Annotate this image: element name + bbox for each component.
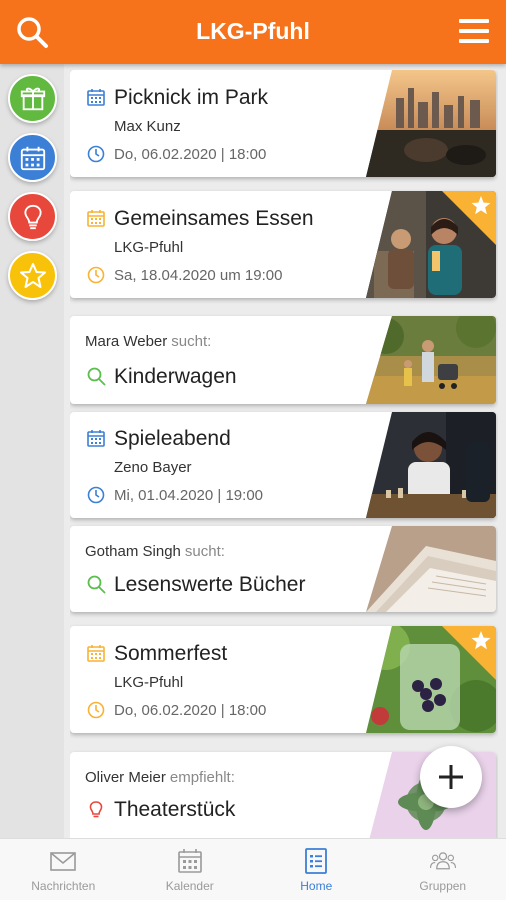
calendar-icon [177,849,202,873]
event-title: Sommerfest [114,642,228,665]
event-image [366,70,496,177]
search-title: Lesenswerte Bücher [114,573,306,596]
app-header: LKG-Pfuhl [0,0,506,64]
calendar-icon [87,645,105,662]
nav-tab-gruppen[interactable]: Gruppen [380,839,506,900]
search-icon [87,367,106,386]
nav-tab-kalender[interactable]: Kalender [127,839,254,900]
clock-icon [87,266,105,284]
idea-filter-button[interactable] [8,192,57,241]
gift-icon [20,87,45,110]
search-card[interactable]: Gotham Singh sucht: Lesenswerte Bücher [70,526,496,612]
event-card[interactable]: Sommerfest LKG-Pfuhl Do, 06.02.2020 | 18… [70,626,496,733]
event-card[interactable]: Picknick im Park Max Kunz Do, 06.02.2020… [70,70,496,177]
group-icon [429,852,456,870]
nav-label: Home [300,879,333,893]
event-date: Sa, 18.04.2020 um 19:00 [114,267,283,284]
search-verb: sucht: [184,543,225,560]
search-author: Mara Weber sucht: [85,333,211,350]
event-date: Mi, 01.04.2020 | 19:00 [114,487,264,504]
event-host: Max Kunz [114,118,181,135]
calendar-icon [20,146,45,170]
clock-icon [87,145,105,163]
search-title: Kinderwagen [114,365,237,388]
search-icon [87,575,106,594]
list-icon [305,848,328,874]
lightbulb-icon [89,801,103,818]
star-icon [471,631,491,650]
author-name: Oliver Meier [85,769,166,786]
add-button[interactable] [420,746,482,808]
app-title: LKG-Pfuhl [196,18,310,44]
event-title: Spieleabend [114,427,231,450]
filter-rail [0,64,64,840]
recommend-author: Oliver Meier empfiehlt: [85,769,235,786]
search-author: Gotham Singh sucht: [85,543,225,560]
event-card[interactable]: Gemeinsames Essen LKG-Pfuhl Sa, 18.04.20… [70,191,496,298]
event-host: LKG-Pfuhl [114,674,184,691]
clock-icon [87,701,105,719]
event-image [366,412,496,518]
event-date: Do, 06.02.2020 | 18:00 [114,702,267,719]
nav-label: Gruppen [419,879,467,893]
recommend-title: Theaterstück [114,798,236,821]
envelope-icon [50,852,77,871]
plus-icon [439,765,463,789]
hamburger-menu-icon[interactable] [456,14,492,50]
event-title: Picknick im Park [114,86,269,109]
clock-icon [87,486,105,504]
gift-filter-button[interactable] [8,74,57,123]
nav-tab-nachrichten[interactable]: Nachrichten [0,839,127,900]
recommend-verb: empfiehlt: [169,769,235,786]
favorites-filter-button[interactable] [8,251,57,300]
event-date: Do, 06.02.2020 | 18:00 [114,146,267,163]
star-icon [19,262,46,288]
event-host: Zeno Bayer [114,459,192,476]
search-verb: sucht: [171,333,212,350]
search-image [366,316,496,404]
search-image [366,526,496,612]
author-name: Gotham Singh [85,543,181,560]
author-name: Mara Weber [85,333,168,350]
nav-tab-home[interactable]: Home [253,839,380,900]
star-icon [471,196,491,215]
calendar-icon [87,89,105,106]
nav-label: Nachrichten [31,879,96,893]
search-card[interactable]: Mara Weber sucht: Kinderwagen [70,316,496,404]
bottom-navigation: Nachrichten Kalender Home Gruppen [0,838,506,900]
event-title: Gemeinsames Essen [114,207,314,230]
event-card[interactable]: Spieleabend Zeno Bayer Mi, 01.04.2020 | … [70,412,496,518]
calendar-icon [87,430,105,447]
calendar-filter-button[interactable] [8,133,57,182]
lightbulb-icon [23,204,42,229]
event-host: LKG-Pfuhl [114,239,184,256]
feed-list: Picknick im Park Max Kunz Do, 06.02.2020… [70,70,498,838]
calendar-icon [87,210,105,227]
nav-label: Kalender [165,879,214,893]
